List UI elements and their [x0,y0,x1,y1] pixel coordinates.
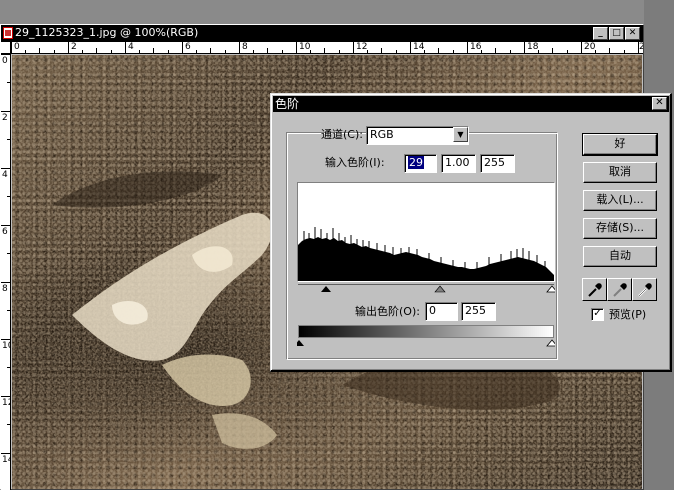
output-black-field[interactable]: 0 [425,302,458,321]
cancel-button[interactable]: 取消 [583,162,657,183]
preview-checkbox[interactable]: ✓ [591,308,604,321]
white-eyedropper-button[interactable] [632,278,657,301]
preview-label[interactable]: 预览(P) [609,308,646,322]
input-black-field[interactable]: 29 [404,154,437,173]
input-white-field[interactable]: 255 [480,154,515,173]
maximize-button[interactable]: □ [609,27,624,40]
ruler-label: 22 [639,43,643,52]
ruler-label: 4 [128,42,134,52]
ruler-corner[interactable] [1,42,11,54]
output-levels-label: 输出色阶(O): [355,305,420,318]
output-black-slider-handle[interactable] [297,340,304,346]
ruler-label: 2 [2,113,8,123]
input-black-slider-handle[interactable] [321,286,331,292]
ruler-label: 10 [299,42,311,52]
ruler-label: 6 [2,227,8,237]
ruler-label: 8 [242,42,248,52]
input-white-slider-handle[interactable] [546,285,555,293]
save-button[interactable]: 存储(S)... [583,218,657,239]
document-icon [3,27,13,39]
channel-select[interactable]: RGB ▼ [366,126,469,145]
document-title: 29_1125323_1.jpg @ 100%(RGB) [15,26,199,39]
input-gamma-field[interactable]: 1.00 [441,154,476,173]
load-button[interactable]: 载入(L)... [583,190,657,211]
ok-button[interactable]: 好 [582,133,658,156]
minimize-button[interactable]: _ [593,27,608,40]
eyedropper-white-icon [638,283,652,297]
dialog-titlebar[interactable]: 色阶 ✕ [273,96,669,112]
ruler-label: 20 [584,42,596,52]
channel-label: 通道(C): [321,128,363,141]
vertical-ruler[interactable]: 0 2 4 6 8 10 12 14 [1,54,11,490]
dialog-title: 色阶 [275,97,300,111]
document-titlebar[interactable]: 29_1125323_1.jpg @ 100%(RGB) _ □ ✕ [1,25,643,42]
ruler-label: 2 [71,42,77,52]
workspace-top [0,0,674,24]
input-black-value: 29 [408,156,424,169]
ruler-label: 0 [2,56,8,66]
ruler-label: 4 [2,170,8,180]
horizontal-ruler[interactable]: 0 2 4 6 8 10 12 14 16 18 20 22 [11,42,643,54]
ruler-label: 6 [185,42,191,52]
levels-dialog: 色阶 ✕ 通道(C): RGB ▼ 输入色阶(I): 29 1.00 255 输… [270,93,672,372]
close-button[interactable]: ✕ [625,27,640,40]
input-gamma-slider-handle[interactable] [434,285,446,293]
eyedropper-gray-icon [613,283,627,297]
output-white-slider-handle[interactable] [546,339,555,347]
dialog-close-button[interactable]: ✕ [652,97,667,110]
input-levels-slider[interactable] [297,284,555,294]
output-levels-slider[interactable] [297,339,555,349]
ruler-label: 14 [413,42,425,52]
histogram [297,182,555,282]
ruler-label: 0 [14,42,20,52]
eyedropper-black-icon [588,283,602,297]
ruler-label: 14 [2,455,10,465]
ruler-label: 12 [356,42,368,52]
ruler-label: 16 [470,42,482,52]
ruler-label: 8 [2,284,8,294]
auto-button[interactable]: 自动 [583,246,657,267]
ruler-label: 18 [527,42,539,52]
gray-eyedropper-button[interactable] [607,278,632,301]
output-gradient-bar [298,325,554,338]
dropdown-arrow-icon[interactable]: ▼ [453,127,468,142]
black-eyedropper-button[interactable] [582,278,607,301]
ruler-label: 10 [2,341,10,351]
output-white-field[interactable]: 255 [461,302,496,321]
ruler-label: 12 [2,398,10,408]
histogram-graph [298,227,554,281]
input-levels-label: 输入色阶(I): [325,156,385,169]
